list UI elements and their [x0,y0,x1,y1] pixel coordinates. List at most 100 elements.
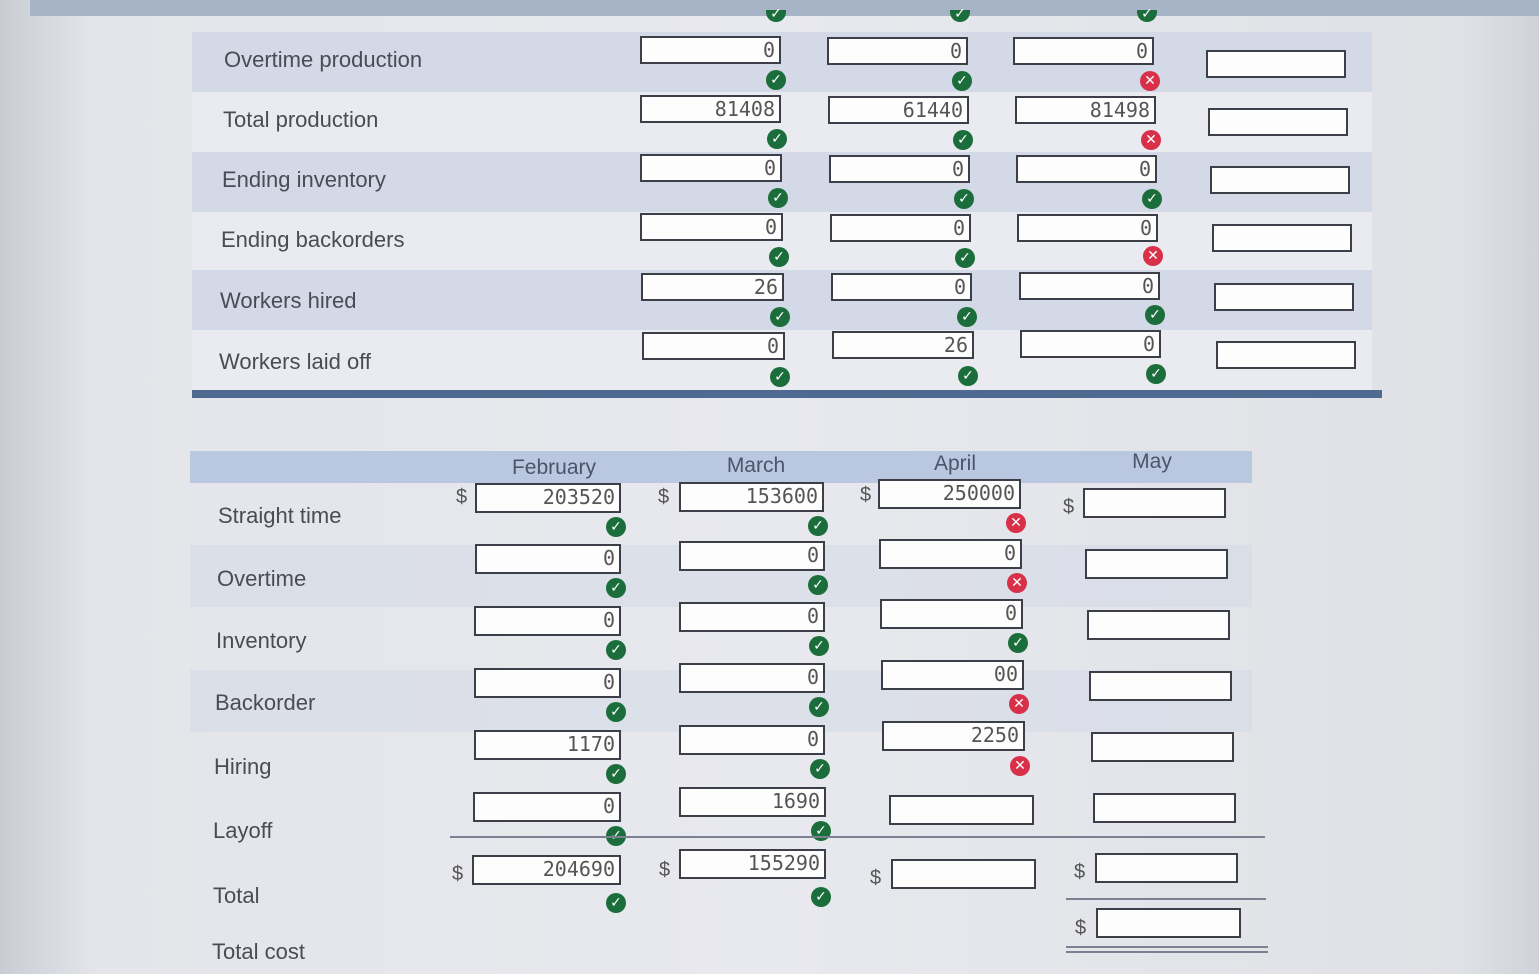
check-circle-icon: ✓ [1137,7,1157,22]
check-circle-icon: ✓ [768,188,788,208]
overtime-production-april-field[interactable]: 0 [1013,37,1154,65]
row-label-total-cost: Total cost [212,939,305,964]
total-production-april-field[interactable]: 81498 [1015,96,1156,124]
overtime-february-field[interactable]: 0 [475,544,621,574]
row-label-workers-laid-off: Workers laid off [219,349,372,374]
check-circle-icon: ✓ [1146,364,1166,384]
double-underline-top [1066,946,1268,948]
check-circle-icon: ✓ [606,640,626,660]
ending-inventory-february-field[interactable]: 0 [640,154,782,182]
row-label-overtime: Overtime [217,566,307,591]
currency-symbol: $ [1063,496,1075,518]
check-circle-icon: ✓ [957,307,977,327]
layoff-may-field[interactable] [1093,793,1236,823]
total-production-february-field[interactable]: 81408 [640,95,781,123]
row-label-inventory: Inventory [216,628,307,653]
row-label-total-production: Total production [223,107,379,132]
hiring-february-field[interactable]: 1170 [474,730,621,760]
check-circle-icon: ✓ [769,247,789,267]
straight-time-may-field[interactable] [1083,488,1226,518]
backorder-february-field[interactable]: 0 [474,668,621,698]
check-circle-icon: ✓ [1145,305,1165,325]
layoff-february-field[interactable]: 0 [473,792,621,822]
x-circle-icon: ✕ [1010,756,1030,776]
workers-hired-may-field[interactable] [1214,283,1354,311]
check-circle-icon: ✓ [606,764,626,784]
total-cost-field[interactable] [1096,908,1241,938]
inventory-february-field[interactable]: 0 [474,606,621,636]
check-circle-icon: ✓ [808,575,828,595]
total-production-march-field[interactable]: 61440 [828,96,969,124]
row-label-ending-inventory: Ending inventory [222,167,386,192]
check-circle-icon: ✓ [767,129,787,149]
currency-symbol: $ [452,863,464,885]
subtotal-rule [450,836,1265,838]
check-circle-icon: ✓ [953,130,973,150]
overtime-production-february-field[interactable]: 0 [640,36,781,64]
check-circle-icon: ✓ [808,516,828,536]
ending-inventory-may-field[interactable] [1210,166,1350,194]
check-circle-icon: ✓ [766,70,786,90]
check-circle-icon: ✓ [958,366,978,386]
check-circle-icon: ✓ [606,517,626,537]
overtime-may-field[interactable] [1085,549,1228,579]
straight-time-april-field[interactable]: 250000 [878,479,1021,509]
straight-time-february-field[interactable]: 203520 [475,483,621,513]
check-circle-icon: ✓ [606,578,626,598]
row-label-workers-hired: Workers hired [220,288,357,313]
currency-symbol: $ [658,486,670,508]
layoff-april-field[interactable] [889,795,1034,825]
row-label-ending-backorders: Ending backorders [221,227,405,252]
check-circle-icon: ✓ [810,759,830,779]
check-circle-icon: ✓ [809,636,829,656]
workers-laid-off-april-field[interactable]: 0 [1020,330,1161,358]
inventory-april-field[interactable]: 0 [880,599,1023,629]
currency-symbol: $ [870,867,882,889]
ending-inventory-march-field[interactable]: 0 [829,155,970,183]
currency-symbol: $ [659,859,671,881]
workers-hired-february-field[interactable]: 26 [641,273,784,301]
workers-hired-march-field[interactable]: 0 [831,273,972,301]
row-label-overtime-production: Overtime production [224,47,423,72]
row-label-backorder: Backorder [215,690,316,715]
ending-backorders-may-field[interactable] [1212,224,1352,252]
total-april-field[interactable] [891,859,1036,889]
overtime-production-march-field[interactable]: 0 [827,37,968,65]
overtime-april-field[interactable]: 0 [879,539,1022,569]
hiring-march-field[interactable]: 0 [679,725,825,755]
x-circle-icon: ✕ [1143,246,1163,266]
total-february-field[interactable]: 204690 [472,855,621,885]
workers-laid-off-march-field[interactable]: 26 [832,331,974,359]
check-circle-icon: ✓ [809,697,829,717]
backorder-april-field[interactable]: 00 [881,660,1024,690]
straight-time-march-field[interactable]: 153600 [679,482,824,512]
total-march-field[interactable]: 155290 [679,849,826,879]
total-production-may-field[interactable] [1208,108,1348,136]
hiring-may-field[interactable] [1091,732,1234,762]
total-may-field[interactable] [1095,853,1238,883]
check-circle-icon: ✓ [606,702,626,722]
ending-backorders-march-field[interactable]: 0 [830,214,971,242]
overtime-production-may-field[interactable] [1206,50,1346,78]
x-circle-icon: ✕ [1141,130,1161,150]
ending-inventory-april-field[interactable]: 0 [1016,155,1157,183]
check-circle-icon: ✓ [1142,189,1162,209]
column-header-march: March [726,454,786,477]
section-divider [192,390,1382,398]
overtime-march-field[interactable]: 0 [679,541,825,571]
backorder-march-field[interactable]: 0 [679,663,825,693]
hiring-april-field[interactable]: 2250 [882,721,1025,751]
ending-backorders-february-field[interactable]: 0 [640,213,783,241]
check-circle-icon: ✓ [1008,633,1028,653]
layoff-march-field[interactable]: 1690 [679,787,826,817]
x-circle-icon: ✕ [1006,513,1026,533]
inventory-march-field[interactable]: 0 [679,602,825,632]
inventory-may-field[interactable] [1087,610,1230,640]
backorder-may-field[interactable] [1089,671,1232,701]
row-label-total: Total [213,883,260,908]
check-circle-icon: ✓ [770,367,790,387]
workers-hired-april-field[interactable]: 0 [1019,272,1160,300]
ending-backorders-april-field[interactable]: 0 [1017,214,1158,242]
workers-laid-off-may-field[interactable] [1216,341,1356,369]
workers-laid-off-february-field[interactable]: 0 [642,332,785,360]
